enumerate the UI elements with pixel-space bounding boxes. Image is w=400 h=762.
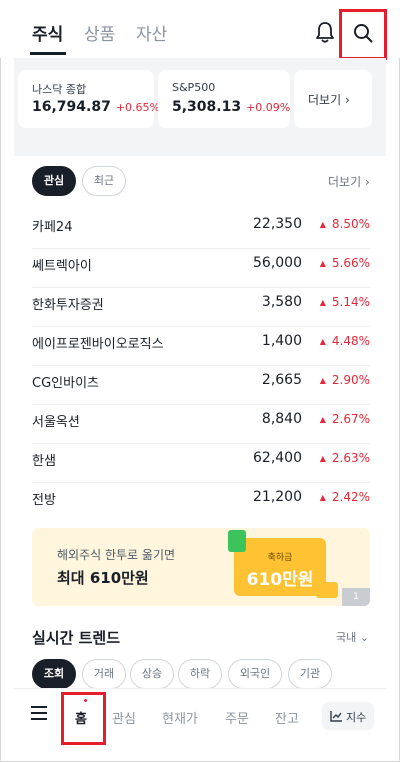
chart-trend-icon xyxy=(330,711,342,722)
up-triangle-icon: ▲ xyxy=(319,493,326,502)
stock-change: ▲ 2.90% xyxy=(319,373,370,387)
search-icon[interactable] xyxy=(352,22,374,44)
stock-row[interactable]: 카페24 22,350 ▲ 8.50% xyxy=(32,210,370,249)
stock-change: ▲ 4.48% xyxy=(319,334,370,348)
tab-assets[interactable]: 자산 xyxy=(136,20,167,45)
index-button-label: 지수 xyxy=(346,711,367,724)
bonus-ticket: 축하금 610만원 xyxy=(234,538,326,596)
stock-price: 2,665 xyxy=(261,372,302,388)
up-triangle-icon: ▲ xyxy=(319,259,326,268)
ticket-amount: 610만원 xyxy=(246,570,314,590)
stock-name: 한샘 xyxy=(32,454,56,469)
stock-row[interactable]: 에이프로젠바이오로직스 1,400 ▲ 4.48% xyxy=(32,327,370,366)
banner-text: 해외주식 한투로 옮기면 xyxy=(57,548,176,562)
stock-price: 1,400 xyxy=(261,333,302,349)
stock-price: 56,000 xyxy=(253,255,302,271)
banner-page-indicator: 1 xyxy=(342,588,370,606)
stock-row[interactable]: 전방 21,200 ▲ 2.42% xyxy=(32,483,370,522)
tab-active-underline xyxy=(30,52,66,55)
chevron-right-icon: › xyxy=(341,93,350,107)
index-change: +0.09% xyxy=(246,101,291,114)
stock-row[interactable]: 한샘 62,400 ▲ 2.63% xyxy=(32,444,370,483)
stock-row[interactable]: 한화투자증권 3,580 ▲ 5.14% xyxy=(32,288,370,327)
index-change: +0.65% xyxy=(115,101,160,114)
nav-current-price[interactable]: 현재가 xyxy=(162,708,198,727)
chip-favorites[interactable]: 관심 xyxy=(32,166,76,196)
home-highlight-box xyxy=(61,692,106,745)
stock-change: ▲ 2.67% xyxy=(319,412,370,426)
stock-name: 에이프로젠바이오로직스 xyxy=(32,337,164,352)
stock-name: CG인바이츠 xyxy=(32,376,99,391)
trend-chip-institution[interactable]: 기관 xyxy=(288,659,332,689)
index-more-button[interactable]: 더보기 › xyxy=(294,70,372,128)
stock-price: 62,400 xyxy=(253,450,302,466)
index-value: 5,308.13 +0.09% xyxy=(172,99,291,115)
up-triangle-icon: ▲ xyxy=(319,298,326,307)
stock-row[interactable]: 서울옥션 8,840 ▲ 2.67% xyxy=(32,405,370,444)
up-triangle-icon: ▲ xyxy=(319,415,326,424)
promo-banner[interactable]: 해외주식 한투로 옮기면 최대 610만원 축하금 610만원 1 xyxy=(32,528,370,606)
stock-name: 전방 xyxy=(32,493,56,508)
banner-headline: 최대 610만원 xyxy=(57,569,149,587)
stock-name: 서울옥션 xyxy=(32,415,80,430)
trend-title: 실시간 트렌드 xyxy=(32,629,121,647)
up-triangle-icon: ▲ xyxy=(319,454,326,463)
chip-recent[interactable]: 최근 xyxy=(82,166,126,196)
stock-price: 3,580 xyxy=(261,294,302,310)
trend-chip-foreign[interactable]: 외국인 xyxy=(228,659,282,689)
trend-chip-falling[interactable]: 하락 xyxy=(178,659,222,689)
stock-change: ▲ 5.14% xyxy=(319,295,370,309)
index-name: S&P500 xyxy=(172,81,216,94)
up-triangle-icon: ▲ xyxy=(319,220,326,229)
stock-row[interactable]: 쎄트렉아이 56,000 ▲ 5.66% xyxy=(32,249,370,288)
stock-change: ▲ 8.50% xyxy=(319,217,370,231)
index-card-sp500[interactable]: S&P500 5,308.13 +0.09% xyxy=(158,70,290,128)
section-divider xyxy=(14,142,386,156)
trend-chip-views[interactable]: 조회 xyxy=(32,659,76,689)
menu-icon[interactable] xyxy=(30,705,48,721)
index-more-label: 더보기 xyxy=(308,93,342,107)
nav-favorites[interactable]: 관심 xyxy=(112,708,136,727)
up-triangle-icon: ▲ xyxy=(319,376,326,385)
stock-name: 쎄트렉아이 xyxy=(32,259,92,274)
index-value: 16,794.87 +0.65% xyxy=(32,99,160,115)
up-triangle-icon: ▲ xyxy=(319,337,326,346)
stock-row[interactable]: CG인바이츠 2,665 ▲ 2.90% xyxy=(32,366,370,405)
chevron-down-icon: ⌄ xyxy=(356,631,369,644)
nav-balance[interactable]: 잔고 xyxy=(275,708,299,727)
trend-chip-rising[interactable]: 상승 xyxy=(130,659,174,689)
watchlist-more-link[interactable]: 더보기 › xyxy=(328,173,370,190)
stock-price: 8,840 xyxy=(261,411,302,427)
tab-stocks[interactable]: 주식 xyxy=(32,20,63,45)
cup-icon xyxy=(228,530,246,552)
trend-chip-volume[interactable]: 거래 xyxy=(82,659,126,689)
stock-change: ▲ 2.63% xyxy=(319,451,370,465)
tab-products[interactable]: 상품 xyxy=(84,20,115,45)
stock-name: 한화투자증권 xyxy=(32,298,104,313)
region-dropdown[interactable]: 국내 ⌄ xyxy=(336,629,369,645)
chevron-right-icon: › xyxy=(361,175,370,189)
bell-icon[interactable] xyxy=(314,20,336,44)
index-card-nasdaq[interactable]: 나스닥 종합 16,794.87 +0.65% xyxy=(18,70,160,128)
ticket-label: 축하금 xyxy=(267,553,293,563)
stock-price: 22,350 xyxy=(253,216,302,232)
stock-price: 21,200 xyxy=(253,489,302,505)
index-name: 나스닥 종합 xyxy=(32,83,87,96)
stock-name: 카페24 xyxy=(32,220,73,235)
truck-icon xyxy=(316,582,338,598)
stock-change: ▲ 2.42% xyxy=(319,490,370,504)
nav-order[interactable]: 주문 xyxy=(225,708,249,727)
stock-change: ▲ 5.66% xyxy=(319,256,370,270)
